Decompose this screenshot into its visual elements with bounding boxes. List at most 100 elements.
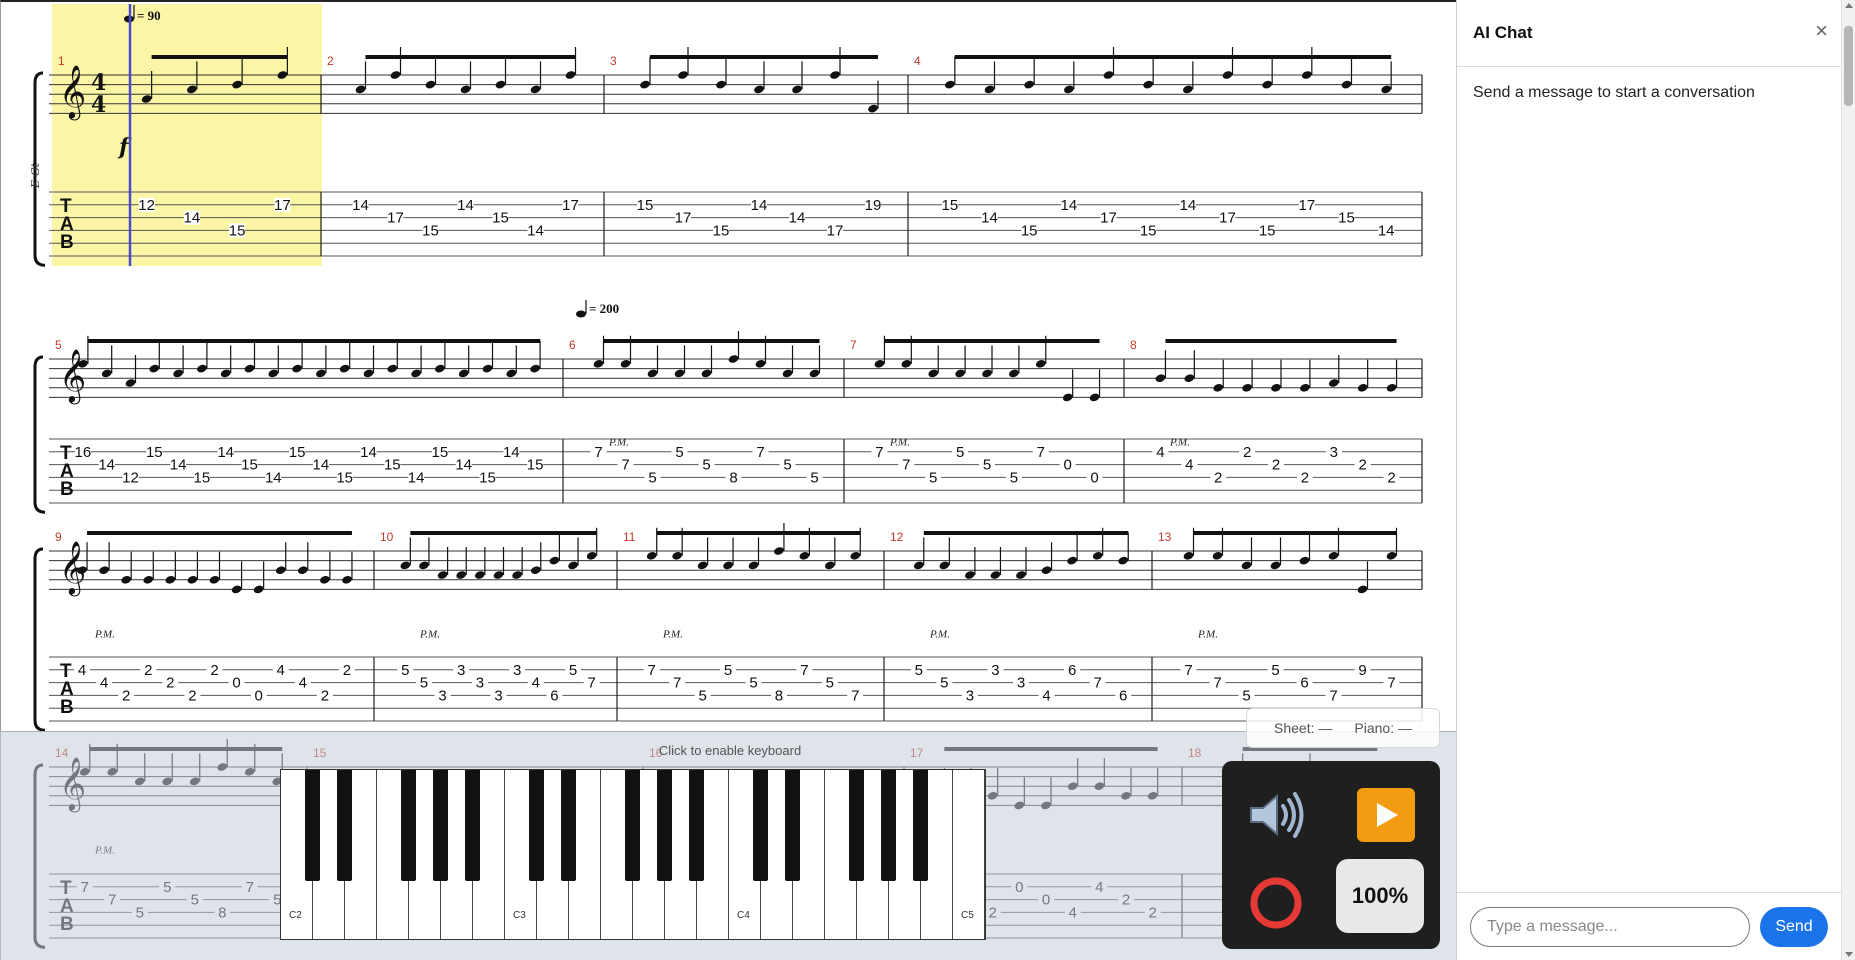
tab-note: 7 xyxy=(1387,675,1395,692)
piano-black-key[interactable] xyxy=(401,770,416,881)
piano-black-key[interactable] xyxy=(689,770,704,881)
notehead xyxy=(701,369,712,378)
notehead xyxy=(1328,552,1339,560)
tab-note: 5 xyxy=(401,662,409,679)
keyboard-hint[interactable]: Click to enable keyboard xyxy=(620,743,840,758)
tab-note: 4 xyxy=(1185,457,1193,474)
tab-note: 15 xyxy=(241,457,258,474)
chat-empty-message: Send a message to start a conversation xyxy=(1473,84,1755,101)
tempo-marking: = 200 xyxy=(589,301,619,316)
scroll-up-icon[interactable] xyxy=(1845,3,1853,8)
piano-status-value: — xyxy=(1397,720,1412,736)
chat-message-input[interactable] xyxy=(1470,907,1750,947)
tab-note: 2 xyxy=(1214,469,1222,486)
close-icon[interactable]: × xyxy=(1815,18,1828,44)
piano-keyboard[interactable]: C2 C3 C4 C5 xyxy=(280,769,986,940)
system-bracket xyxy=(33,355,46,514)
piano-black-key[interactable] xyxy=(913,770,928,881)
piano-black-key[interactable] xyxy=(433,770,448,881)
chat-title: AI Chat xyxy=(1473,23,1533,42)
piano-status: Piano: — xyxy=(1354,720,1412,736)
tempo-note-icon xyxy=(576,310,586,318)
tab-note: 5 xyxy=(698,687,706,704)
tab-note: 14 xyxy=(503,444,520,461)
tab-note: 5 xyxy=(956,444,964,461)
notehead xyxy=(640,80,650,89)
tab-note: 14 xyxy=(217,444,234,461)
piano-black-key[interactable] xyxy=(785,770,800,881)
tab-note: 0 xyxy=(1015,879,1023,896)
notehead xyxy=(244,364,255,373)
scroll-down-icon[interactable] xyxy=(1845,952,1853,957)
piano-black-key[interactable] xyxy=(465,770,480,881)
bar-number: 15 xyxy=(313,746,327,760)
palm-mute-label: P.M. xyxy=(94,844,115,856)
piano-black-key[interactable] xyxy=(561,770,576,881)
volume-button[interactable] xyxy=(1232,771,1320,859)
palm-mute-label: P.M. xyxy=(1197,628,1218,640)
app-window: 𝄞 T A B 1 12 14 15 17 2 14 17 15 14 15 14 17 3 15 17 15 14 14 1… xyxy=(0,0,1855,960)
notehead xyxy=(99,566,109,574)
piano-black-key[interactable] xyxy=(625,770,640,881)
notehead xyxy=(1270,561,1281,570)
tab-note: 17 xyxy=(1100,210,1117,227)
tab-note: 3 xyxy=(457,662,465,679)
notehead xyxy=(506,369,517,378)
tab-note: 17 xyxy=(1298,197,1315,214)
tab-note: 5 xyxy=(783,457,791,474)
tab-note: 15 xyxy=(1140,222,1157,239)
notehead xyxy=(1222,71,1233,79)
sheet-status: Sheet: — xyxy=(1274,720,1332,736)
scroll-thumb[interactable] xyxy=(1844,26,1853,106)
piano-black-key[interactable] xyxy=(529,770,544,881)
tab-note: 4 xyxy=(277,662,285,679)
instrument-label: E-Gt xyxy=(29,162,42,189)
piano-black-key[interactable] xyxy=(305,770,320,881)
notehead xyxy=(363,369,374,378)
notehead xyxy=(162,777,173,786)
notehead xyxy=(792,85,802,94)
piano-key-label: C4 xyxy=(737,910,750,921)
bar-number: 10 xyxy=(380,530,394,544)
piano-black-key[interactable] xyxy=(657,770,672,881)
piano-black-key[interactable] xyxy=(753,770,768,881)
palm-mute-label: P.M. xyxy=(608,436,629,448)
piano-black-key[interactable] xyxy=(849,770,864,881)
tab-note: 4 xyxy=(1068,904,1076,921)
notehead xyxy=(456,571,467,579)
tab-note: 14 xyxy=(981,210,998,227)
palm-mute-label: P.M. xyxy=(94,628,115,640)
page-scrollbar[interactable] xyxy=(1841,0,1855,960)
piano-white-key[interactable]: C5 xyxy=(953,770,985,939)
tab-note: 7 xyxy=(902,457,910,474)
tab-note: 4 xyxy=(78,662,86,679)
record-button[interactable] xyxy=(1232,859,1320,947)
piano-black-key[interactable] xyxy=(881,770,896,881)
notehead xyxy=(530,364,540,373)
play-button[interactable] xyxy=(1342,771,1430,859)
notehead xyxy=(1089,393,1100,402)
tab-note: 5 xyxy=(749,675,757,692)
notehead xyxy=(187,576,198,584)
piano-black-key[interactable] xyxy=(337,770,352,881)
notehead xyxy=(620,360,631,368)
notehead xyxy=(1041,801,1051,810)
notehead xyxy=(220,369,231,378)
sheet-status-value: — xyxy=(1318,720,1333,736)
bar-number: 3 xyxy=(610,54,617,68)
notehead xyxy=(1357,384,1368,392)
notehead xyxy=(1035,360,1046,368)
tab-note: 7 xyxy=(800,662,808,679)
zoom-button[interactable]: 100% xyxy=(1336,859,1424,933)
notehead xyxy=(755,360,766,368)
tab-note: 6 xyxy=(550,687,558,704)
notehead xyxy=(824,561,835,570)
tab-note: 7 xyxy=(1329,687,1337,704)
tab-note: 15 xyxy=(941,197,958,214)
bar-number: 14 xyxy=(55,746,69,760)
tab-note: 2 xyxy=(122,687,130,704)
send-button[interactable]: Send xyxy=(1760,907,1828,947)
tab-note: 3 xyxy=(494,687,502,704)
speaker-icon xyxy=(1250,792,1304,838)
tab-note: 3 xyxy=(1017,675,1025,692)
